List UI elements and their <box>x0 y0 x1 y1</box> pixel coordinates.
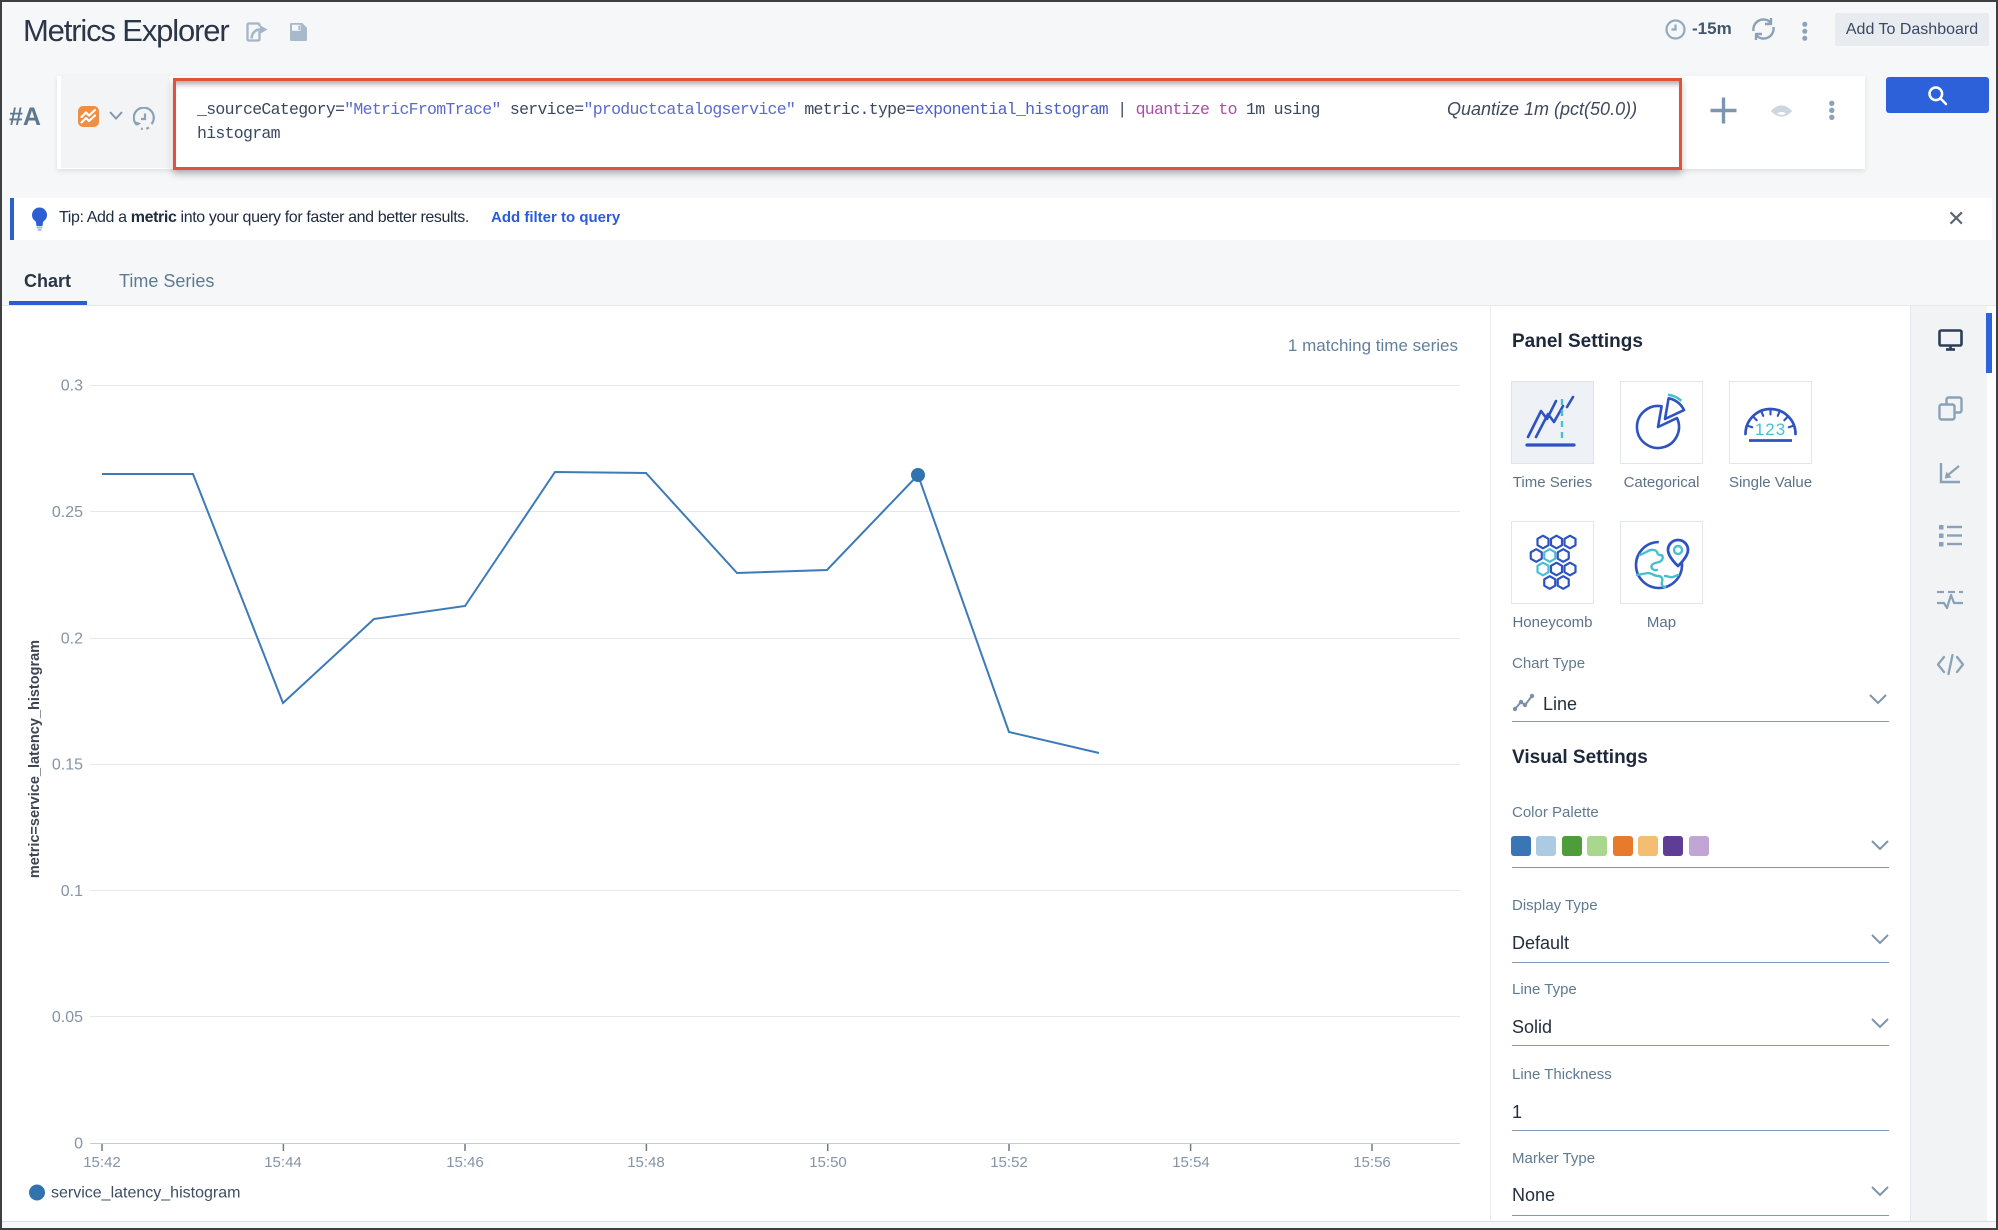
svg-text:123: 123 <box>1755 420 1786 439</box>
svg-text:0.15: 0.15 <box>52 757 83 774</box>
svg-text:15:42: 15:42 <box>83 1154 121 1171</box>
svg-text:15:48: 15:48 <box>627 1154 665 1171</box>
svg-text:metric=service_latency_histogr: metric=service_latency_histogram <box>27 640 43 878</box>
svg-text:0.1: 0.1 <box>61 883 83 900</box>
svg-text:15:50: 15:50 <box>809 1154 847 1171</box>
svg-text:15:56: 15:56 <box>1353 1154 1391 1171</box>
svg-text:0.3: 0.3 <box>61 378 83 395</box>
svg-text:0: 0 <box>74 1136 83 1153</box>
svg-text:15:44: 15:44 <box>264 1154 302 1171</box>
svg-text:0.2: 0.2 <box>61 631 83 648</box>
svg-text:15:46: 15:46 <box>446 1154 484 1171</box>
svg-text:0.05: 0.05 <box>52 1009 83 1026</box>
svg-text:15:54: 15:54 <box>1172 1154 1210 1171</box>
svg-text:15:52: 15:52 <box>990 1154 1028 1171</box>
svg-text:1 matching time series: 1 matching time series <box>1288 336 1458 355</box>
svg-text:service_latency_histogram: service_latency_histogram <box>51 1185 240 1202</box>
svg-text:0.25: 0.25 <box>52 504 83 521</box>
